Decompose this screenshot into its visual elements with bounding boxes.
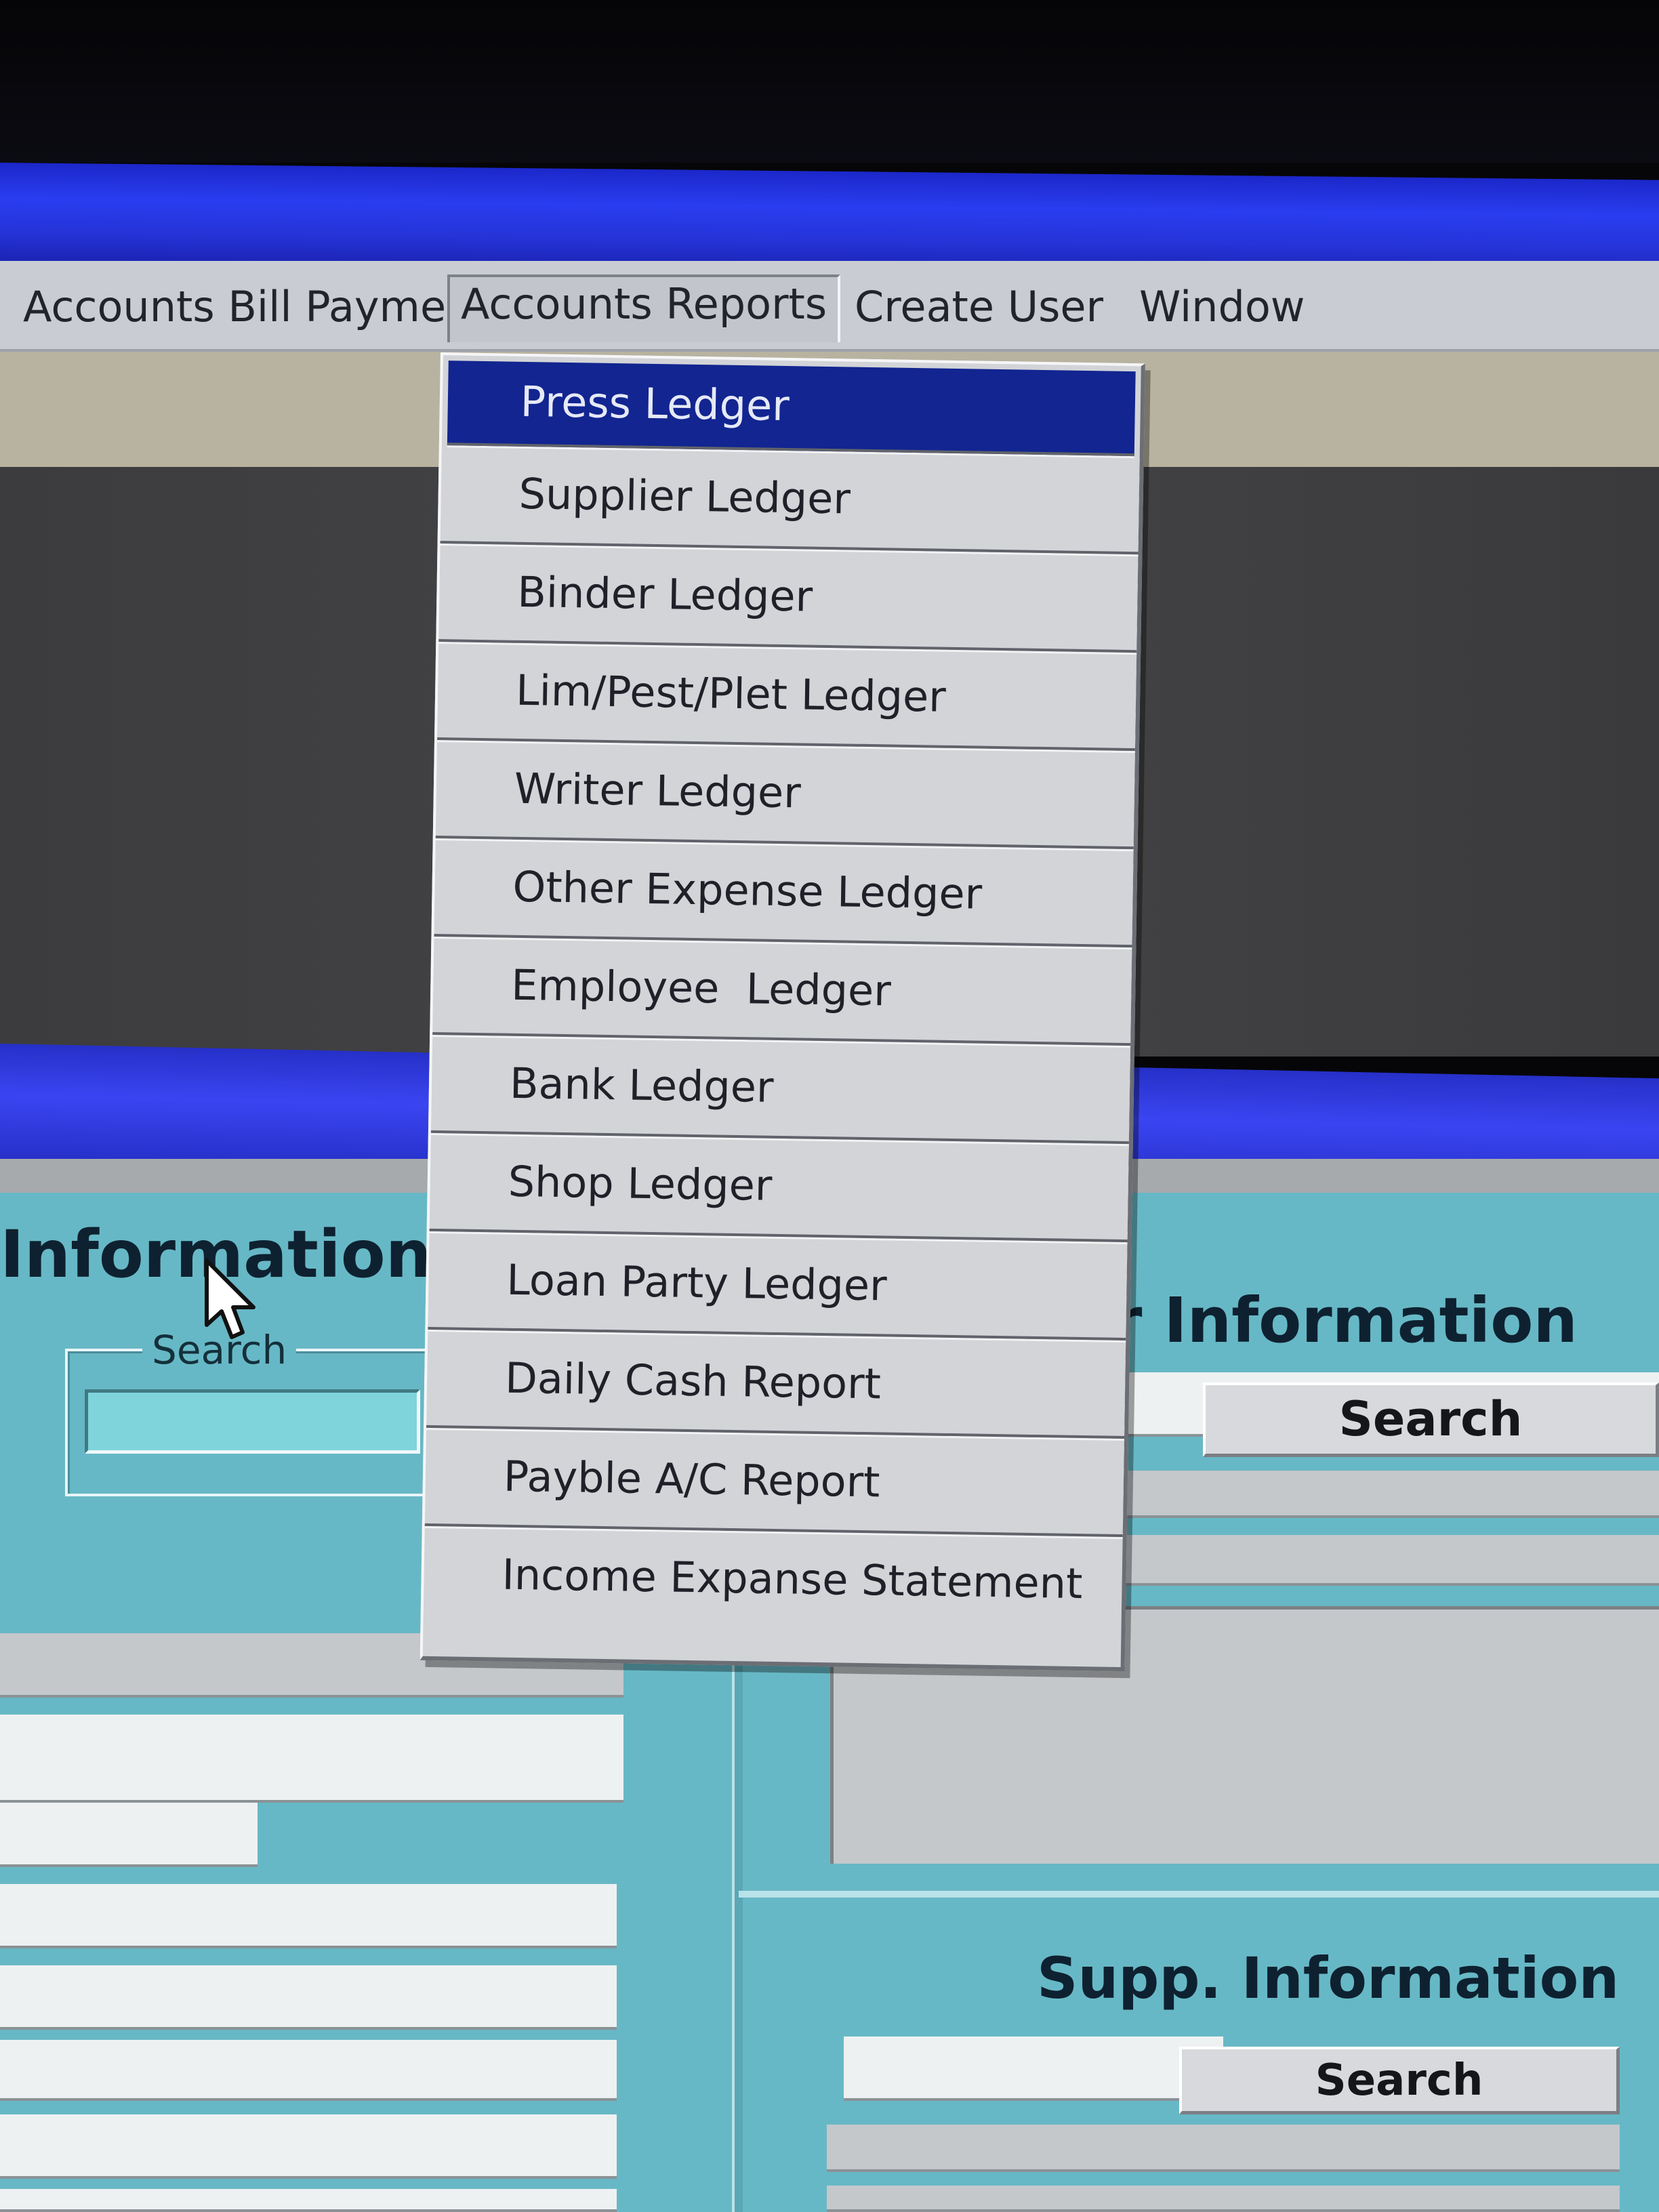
menu-accounts-reports[interactable]: Accounts Reports <box>447 274 841 342</box>
right-field-1[interactable] <box>1078 1471 1659 1518</box>
menu-item-other-expense-ledger[interactable]: Other Expense Ledger <box>434 838 1134 948</box>
left-field-3[interactable] <box>0 1803 258 1867</box>
menu-item-lim-pest-plet-ledger[interactable]: Lim/Pest/Plet Ledger <box>437 642 1137 752</box>
menu-item-press-ledger[interactable]: Press Ledger <box>447 361 1136 457</box>
left-field-2[interactable] <box>0 1715 623 1803</box>
menu-item-daily-cash-report[interactable]: Daily Cash Report <box>426 1329 1126 1439</box>
menu-bar: Accounts Bill Payment Accounts Reports C… <box>0 261 1659 352</box>
supp-information-heading: Supp. Information <box>1037 1945 1620 2011</box>
menu-item-payble-ac-report[interactable]: Payble A/C Report <box>424 1427 1124 1538</box>
left-field-4[interactable] <box>0 1884 617 1948</box>
menu-item-binder-ledger[interactable]: Binder Ledger <box>438 544 1139 653</box>
mouse-pointer-icon <box>205 1258 255 1339</box>
supp-field-2[interactable] <box>827 2186 1620 2212</box>
screen-bezel <box>0 0 1659 163</box>
menu-item-shop-ledger[interactable]: Shop Ledger <box>429 1132 1129 1243</box>
right-search-button[interactable]: Search <box>1203 1382 1659 1457</box>
left-field-7[interactable] <box>0 2114 617 2179</box>
supp-search-input[interactable] <box>844 2036 1223 2101</box>
supp-search-button[interactable]: Search <box>1179 2047 1620 2114</box>
menu-window[interactable]: Window <box>1128 280 1315 334</box>
left-field-8[interactable] <box>0 2189 617 2212</box>
menu-item-income-expanse-statement[interactable]: Income Expanse Statement <box>424 1526 1123 1635</box>
right-field-2[interactable] <box>1078 1535 1659 1586</box>
accounts-reports-dropdown: Press Ledger Supplier Ledger Binder Ledg… <box>419 352 1145 1672</box>
menu-item-writer-ledger[interactable]: Writer Ledger <box>435 739 1135 850</box>
right-section-heading: r Information <box>1111 1284 1578 1357</box>
left-field-5[interactable] <box>0 1965 617 2030</box>
supp-field-1[interactable] <box>827 2125 1620 2172</box>
menu-item-employee-ledger[interactable]: Employee Ledger <box>432 936 1132 1046</box>
menu-accounts-bill-payment[interactable]: Accounts Bill Payment <box>12 280 500 334</box>
search-input[interactable] <box>85 1389 420 1454</box>
form-divider-horizontal <box>739 1891 1659 1898</box>
form-divider-vertical <box>732 1647 743 2212</box>
menu-item-loan-party-ledger[interactable]: Loan Party Ledger <box>428 1231 1128 1341</box>
left-field-6[interactable] <box>0 2040 617 2101</box>
menu-item-bank-ledger[interactable]: Bank Ledger <box>430 1034 1131 1145</box>
menu-item-supplier-ledger[interactable]: Supplier Ledger <box>440 445 1140 555</box>
menu-create-user[interactable]: Create User <box>844 280 1114 334</box>
